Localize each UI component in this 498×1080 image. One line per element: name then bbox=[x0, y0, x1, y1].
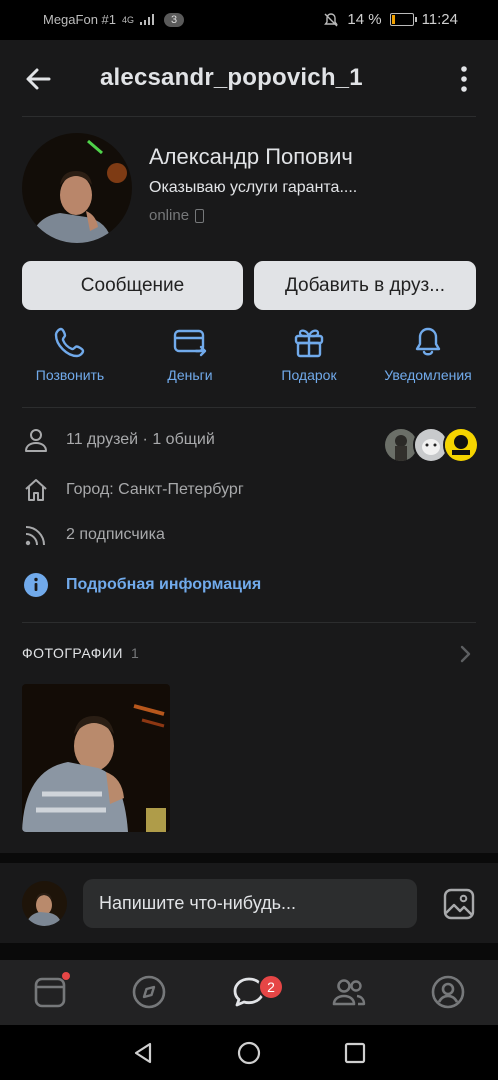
status-right: 14 % 11:24 bbox=[323, 11, 458, 28]
money-transfer-icon bbox=[173, 329, 207, 357]
tab-feed[interactable] bbox=[32, 972, 70, 1010]
action-call-label: Позвонить bbox=[35, 367, 105, 383]
user-icon bbox=[22, 426, 50, 454]
battery-icon bbox=[389, 13, 417, 26]
profile-name: Александр Попович bbox=[149, 144, 353, 169]
profile-actions: Позвонить Деньги Подарок Уведомления bbox=[0, 325, 498, 400]
nav-home-icon[interactable] bbox=[237, 1041, 261, 1065]
post-input[interactable]: Напишите что-нибудь... bbox=[83, 879, 417, 928]
city-row: Город: Санкт-Петербург bbox=[22, 475, 244, 505]
page-title: alecsandr_popovich_1 bbox=[100, 64, 363, 91]
profile-status: Оказываю услуги гаранта.... bbox=[149, 179, 358, 196]
action-notifications[interactable]: Уведомления bbox=[368, 325, 488, 383]
system-nav-bar bbox=[0, 1025, 498, 1080]
compass-icon bbox=[132, 975, 166, 1009]
action-call[interactable]: Позвонить bbox=[10, 325, 130, 383]
tab-discover[interactable] bbox=[131, 974, 167, 1010]
friends-avatars[interactable] bbox=[383, 427, 479, 463]
section-separator bbox=[0, 943, 498, 960]
messages-badge: 2 bbox=[258, 974, 284, 1000]
info-icon bbox=[22, 571, 50, 599]
bottom-tab-bar bbox=[0, 960, 498, 1025]
online-label: online bbox=[149, 207, 190, 224]
divider bbox=[22, 407, 476, 408]
nav-back-icon[interactable] bbox=[131, 1041, 155, 1065]
profile-icon bbox=[431, 975, 465, 1009]
bell-icon bbox=[415, 327, 441, 356]
online-status: online bbox=[149, 207, 205, 224]
friends-row[interactable]: 11 друзей · 1 общий bbox=[22, 425, 215, 455]
photo-thumbnail[interactable] bbox=[22, 684, 170, 832]
photos-section-title[interactable]: ФОТОГРАФИИ 1 bbox=[22, 645, 139, 661]
phone-icon bbox=[54, 327, 85, 358]
friends-icon bbox=[332, 979, 366, 1006]
clock: 11:24 bbox=[421, 11, 458, 28]
followers-count: 2 подписчика bbox=[66, 526, 165, 543]
photos-label: ФОТОГРАФИИ bbox=[22, 645, 123, 661]
sim-badge: 3 bbox=[164, 12, 185, 27]
friends-count: 11 друзей · 1 общий bbox=[66, 431, 215, 448]
add-friend-button[interactable]: Добавить в друз... bbox=[254, 261, 476, 310]
home-icon bbox=[22, 476, 50, 504]
feed-notification-dot bbox=[62, 972, 70, 980]
more-vertical-icon[interactable] bbox=[454, 62, 474, 96]
followers-row[interactable]: 2 подписчика bbox=[22, 520, 165, 550]
news-feed-icon bbox=[34, 977, 66, 1008]
my-avatar[interactable] bbox=[22, 881, 67, 926]
photos-count: 1 bbox=[130, 645, 140, 661]
signal-icon bbox=[140, 14, 155, 25]
screen: MegaFon #1 4G 3 14 % 11:24 alecsandr_pop… bbox=[0, 0, 498, 1080]
action-notifications-label: Уведомления bbox=[384, 367, 472, 383]
image-attach-icon[interactable] bbox=[442, 887, 476, 921]
divider bbox=[22, 116, 476, 117]
section-separator bbox=[0, 853, 498, 863]
message-button[interactable]: Сообщение bbox=[22, 261, 243, 310]
battery-percent: 14 % bbox=[347, 11, 382, 28]
action-gift-label: Подарок bbox=[281, 367, 337, 383]
bell-muted-icon bbox=[324, 12, 339, 26]
carrier-name: MegaFon #1 bbox=[43, 12, 116, 27]
post-composer: Напишите что-нибудь... bbox=[0, 863, 498, 943]
friend-avatar bbox=[443, 427, 479, 463]
city-text: Город: Санкт-Петербург bbox=[66, 481, 244, 498]
profile-header: alecsandr_popovich_1 bbox=[0, 40, 498, 118]
status-left: MegaFon #1 4G 3 bbox=[43, 12, 185, 27]
divider bbox=[22, 622, 476, 623]
mobile-icon bbox=[195, 208, 205, 223]
rss-icon bbox=[22, 521, 50, 549]
network-type: 4G bbox=[122, 14, 135, 25]
chevron-right-icon[interactable] bbox=[456, 644, 474, 664]
tab-friends[interactable] bbox=[331, 974, 367, 1010]
details-link[interactable]: Подробная информация bbox=[22, 570, 261, 600]
gift-icon bbox=[294, 329, 324, 358]
back-arrow-icon[interactable] bbox=[22, 62, 56, 96]
action-money-label: Деньги bbox=[167, 367, 213, 383]
nav-recents-icon[interactable] bbox=[343, 1041, 367, 1065]
status-bar: MegaFon #1 4G 3 14 % 11:24 bbox=[0, 0, 498, 40]
profile-avatar[interactable] bbox=[22, 133, 132, 243]
action-money[interactable]: Деньги bbox=[130, 325, 250, 383]
tab-profile[interactable] bbox=[430, 974, 466, 1010]
action-gift[interactable]: Подарок bbox=[249, 325, 369, 383]
details-link-label: Подробная информация bbox=[66, 576, 262, 593]
